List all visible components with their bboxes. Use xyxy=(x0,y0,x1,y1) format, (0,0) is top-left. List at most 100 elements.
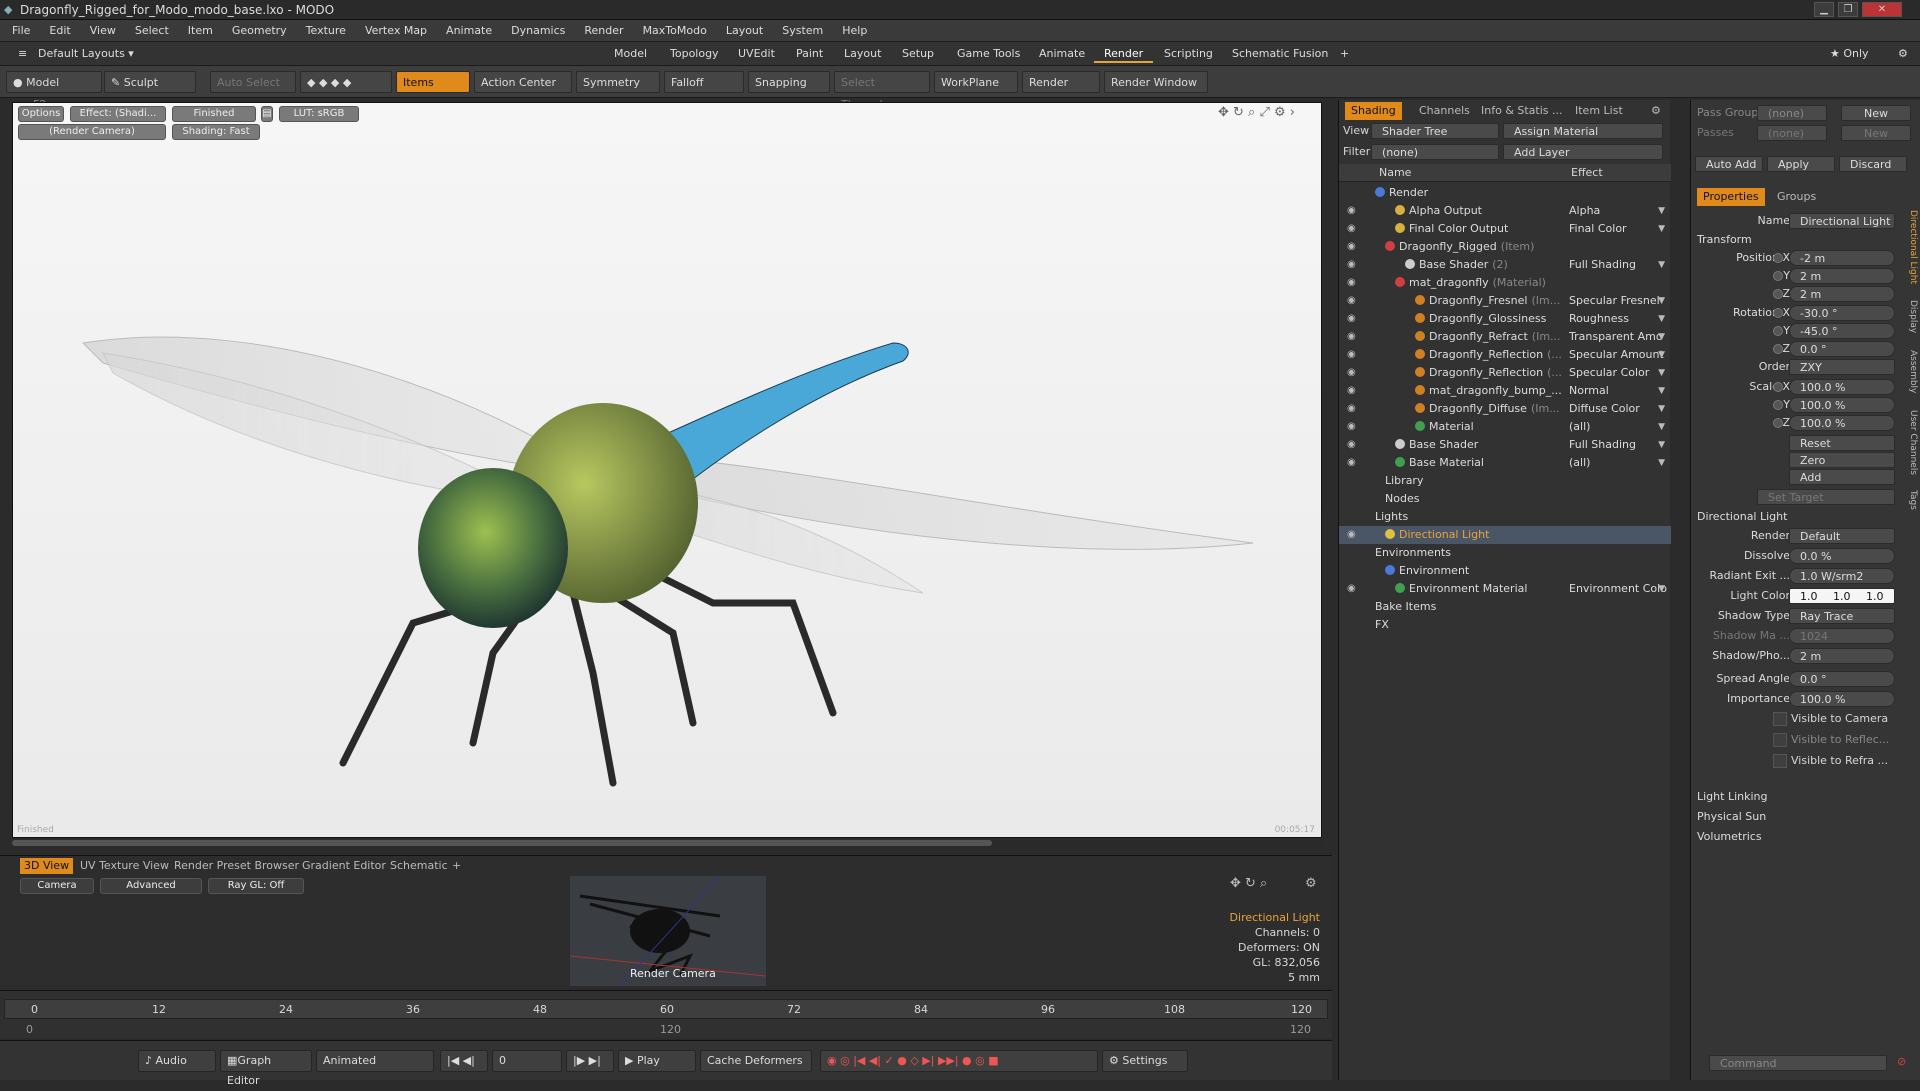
shader-tree-row[interactable]: ◉ Dragonfly_Diffuse (Im... Diffuse Color ▼ xyxy=(1339,400,1671,418)
view-dropdown[interactable]: Shader Tree xyxy=(1371,123,1499,139)
settings-button[interactable]: ⚙ Settings xyxy=(1102,1050,1188,1072)
only-toggle[interactable]: ★ Only xyxy=(1820,45,1879,63)
tab-animate[interactable]: Animate xyxy=(1029,45,1095,63)
chevron-down-icon[interactable]: ▼ xyxy=(1658,292,1665,310)
next-key-icons[interactable]: |▶ ▶| xyxy=(566,1050,614,1072)
menu-render[interactable]: Render xyxy=(584,24,623,37)
menu-vertex-map[interactable]: Vertex Map xyxy=(365,24,427,37)
tab-info-statistics[interactable]: Info & Statis ... xyxy=(1475,102,1569,120)
render-camera-dropdown[interactable]: (Render Camera) xyxy=(18,124,166,140)
action-center-button[interactable]: Action Center xyxy=(474,71,572,93)
set-target-button[interactable]: Set Target xyxy=(1757,489,1895,505)
name-field[interactable]: Directional Light xyxy=(1789,213,1895,229)
model-mode-button[interactable]: ● Model F2 xyxy=(6,71,102,111)
render-dropdown[interactable]: Default xyxy=(1789,528,1895,544)
rotation-z-field[interactable]: 0.0 ° xyxy=(1789,341,1895,357)
position-y-field[interactable]: 2 m xyxy=(1789,268,1895,284)
tab-uvedit[interactable]: UVEdit xyxy=(728,45,785,63)
menu-edit[interactable]: Edit xyxy=(49,24,70,37)
chevron-down-icon[interactable]: ▼ xyxy=(1658,256,1665,274)
advanced-button[interactable]: Advanced xyxy=(100,878,202,894)
close-icon[interactable]: ✕ xyxy=(1862,2,1902,17)
row-effect-dropdown[interactable]: Roughness xyxy=(1569,310,1667,328)
visibility-eye-icon[interactable]: ◉ xyxy=(1347,382,1359,400)
preview-gear-icon[interactable]: ⚙ xyxy=(1305,876,1317,891)
camera-preview[interactable]: Render Camera xyxy=(569,875,767,987)
visible-camera-checkbox[interactable] xyxy=(1773,712,1787,726)
visible-refraction-checkbox[interactable] xyxy=(1773,754,1787,768)
shader-tree-row[interactable]: Environment xyxy=(1339,562,1671,580)
importance-field[interactable]: 100.0 % xyxy=(1789,691,1895,707)
save-icon[interactable]: ▤ xyxy=(261,106,273,122)
selection-mode-icons[interactable]: ◆ ◆ ◆ ◆ xyxy=(300,71,392,93)
shader-tree-row[interactable]: ◉ Material (all) ▼ xyxy=(1339,418,1671,436)
tab-3d-view[interactable]: 3D View xyxy=(20,858,74,874)
rotation-x-key[interactable] xyxy=(1773,308,1783,318)
new-pass-button[interactable]: New xyxy=(1841,105,1911,121)
row-effect-dropdown[interactable]: Full Shading xyxy=(1569,436,1667,454)
tab-groups[interactable]: Groups xyxy=(1771,188,1822,206)
command-input[interactable]: Command xyxy=(1709,1055,1887,1071)
timeline[interactable]: 0 12 24 36 48 60 72 84 96 108 120 0 120 … xyxy=(0,990,1332,1038)
render-viewport[interactable]: Options Effect: (Shadi... Finished ▤ LUT… xyxy=(12,102,1322,838)
menu-file[interactable]: File xyxy=(12,24,30,37)
menu-layout[interactable]: Layout xyxy=(726,24,763,37)
chevron-down-icon[interactable]: ▼ xyxy=(1658,310,1665,328)
menu-maxtomodo[interactable]: MaxToModo xyxy=(643,24,707,37)
chevron-down-icon[interactable]: ▼ xyxy=(1658,220,1665,238)
menu-geometry[interactable]: Geometry xyxy=(232,24,287,37)
menu-help[interactable]: Help xyxy=(842,24,867,37)
tab-setup[interactable]: Setup xyxy=(892,45,944,63)
shader-tree-row[interactable]: ◉ Final Color Output Final Color ▼ xyxy=(1339,220,1671,238)
shader-tree-list[interactable]: Render ◉ Alpha Output Alpha ▼ ◉ Final Color Ou… xyxy=(1339,184,1671,784)
position-y-key[interactable] xyxy=(1773,271,1783,281)
volumetrics-section[interactable]: Volumetrics xyxy=(1697,830,1762,843)
default-layouts-dropdown[interactable]: Default Layouts ▾ xyxy=(28,45,144,63)
shader-tree-row[interactable]: Render xyxy=(1339,184,1671,202)
row-effect-dropdown[interactable]: Normal xyxy=(1569,382,1667,400)
visibility-eye-icon[interactable]: ◉ xyxy=(1347,238,1359,256)
visibility-eye-icon[interactable]: ◉ xyxy=(1347,364,1359,382)
light-color-swatch[interactable]: 1.0 1.0 1.0 xyxy=(1789,588,1895,604)
viewport-scrollbar[interactable] xyxy=(12,838,1322,848)
visibility-eye-icon[interactable]: ◉ xyxy=(1347,526,1359,544)
shader-tree-row[interactable]: ◉ Base Material (all) ▼ xyxy=(1339,454,1671,472)
shader-tree-row[interactable]: ◉ mat_dragonfly_bump_... Normal ▼ xyxy=(1339,382,1671,400)
menu-view[interactable]: View xyxy=(90,24,116,37)
add-dropdown[interactable]: Add xyxy=(1789,469,1895,485)
reset-dropdown[interactable]: Reset xyxy=(1789,435,1895,451)
shader-tree-row[interactable]: Environments xyxy=(1339,544,1671,562)
assign-material-dropdown[interactable]: Assign Material xyxy=(1503,123,1663,139)
row-effect-dropdown[interactable]: Transparent Amo ... xyxy=(1569,328,1667,346)
row-effect-dropdown[interactable]: Diffuse Color xyxy=(1569,400,1667,418)
shader-tree-row[interactable]: ◉ Dragonfly_Glossiness Roughness ▼ xyxy=(1339,310,1671,328)
shadow-photon-field[interactable]: 2 m xyxy=(1789,648,1895,664)
chevron-down-icon[interactable]: ▼ xyxy=(1658,346,1665,364)
shader-tree-row[interactable]: ◉ Base Shader (2) Full Shading ▼ xyxy=(1339,256,1671,274)
scale-z-key[interactable] xyxy=(1773,418,1783,428)
position-x-field[interactable]: -2 m xyxy=(1789,250,1895,266)
shader-tree-row[interactable]: ◉ mat_dragonfly (Material) xyxy=(1339,274,1671,292)
side-tab-user-channels[interactable]: User Channels xyxy=(1906,410,1918,475)
gear-icon[interactable]: ⚙ xyxy=(1888,45,1918,63)
lut-dropdown[interactable]: LUT: sRGB xyxy=(279,106,359,122)
animated-dropdown[interactable]: Animated xyxy=(316,1050,434,1072)
chevron-down-icon[interactable]: ▼ xyxy=(1658,580,1665,598)
minimize-icon[interactable]: ▁ xyxy=(1814,2,1834,17)
chevron-down-icon[interactable]: ▼ xyxy=(1658,400,1665,418)
tab-render[interactable]: Render xyxy=(1094,45,1154,63)
chevron-down-icon[interactable]: ▼ xyxy=(1658,454,1665,472)
dissolve-field[interactable]: 0.0 % xyxy=(1789,548,1895,564)
viewport-nav-icons[interactable]: ✥ ↻ ⌕ ⤢ ⚙ › xyxy=(1218,105,1295,120)
shader-tree-row[interactable]: FX xyxy=(1339,616,1671,634)
tab-model[interactable]: Model xyxy=(604,45,657,63)
command-stop-icon[interactable]: ⊘ xyxy=(1897,1055,1906,1068)
side-tab-assembly[interactable]: Assembly xyxy=(1906,350,1918,393)
tab-schematic-fusion[interactable]: Schematic Fusion xyxy=(1222,45,1338,63)
symmetry-button[interactable]: Symmetry xyxy=(576,71,660,93)
tab-shading[interactable]: Shading xyxy=(1345,102,1402,120)
tab-scripting[interactable]: Scripting xyxy=(1154,45,1223,63)
visibility-eye-icon[interactable]: ◉ xyxy=(1347,220,1359,238)
tab-render-preset-browser[interactable]: Render Preset Browser xyxy=(170,858,303,874)
key-tools-icons[interactable]: ◉ ◎ |◀ ◀| ✓ ● ◇ ▶| ▶▶| ● ◎ ■ xyxy=(820,1050,1098,1072)
